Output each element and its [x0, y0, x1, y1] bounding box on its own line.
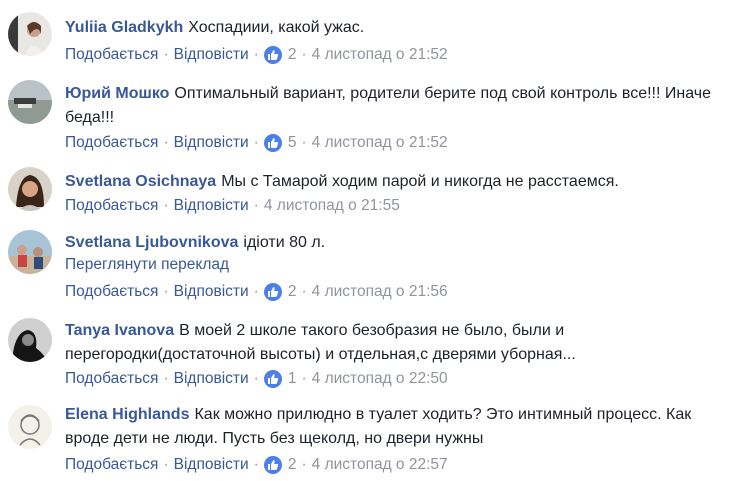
separator: ·	[253, 134, 259, 151]
avatar[interactable]	[8, 318, 52, 362]
like-count[interactable]: 5	[288, 133, 297, 153]
comment-actions: Подобається · Відповісти · 2 · 4 листопа…	[65, 45, 448, 65]
like-button[interactable]: Подобається	[65, 196, 158, 216]
comment-text: Elena Highlands Как можно прилюдно в туал…	[65, 403, 735, 451]
avatar[interactable]	[8, 230, 52, 274]
timestamp[interactable]: 4 листопад о 21:52	[312, 45, 448, 65]
reply-button[interactable]: Відповісти	[174, 282, 249, 302]
separator: ·	[301, 370, 307, 387]
separator: ·	[301, 46, 307, 63]
comment-author[interactable]: Svetlana Osichnaya	[65, 173, 216, 190]
comment-actions: Подобається · Відповісти · 2 · 4 листопа…	[65, 282, 448, 302]
timestamp[interactable]: 4 листопад о 22:57	[312, 455, 448, 475]
timestamp[interactable]: 4 листопад о 21:56	[312, 282, 448, 302]
thumbs-up-icon[interactable]	[263, 134, 282, 152]
comment-text: Юрий Мошко Оптимальный вариант, родители …	[65, 82, 735, 130]
separator: ·	[301, 456, 307, 473]
separator: ·	[253, 456, 259, 473]
reply-button[interactable]: Відповісти	[174, 45, 249, 65]
timestamp[interactable]: 4 листопад о 21:55	[264, 196, 400, 216]
comment-author[interactable]: Elena Highlands	[65, 406, 189, 423]
comment-author[interactable]: Yuliia Gladkykh	[65, 19, 183, 36]
thumbs-up-icon[interactable]	[263, 283, 282, 301]
like-button[interactable]: Подобається	[65, 455, 158, 475]
separator: ·	[163, 134, 169, 151]
comment-body: Хоспадиии, какой ужас.	[188, 19, 365, 36]
reply-button[interactable]: Відповісти	[174, 369, 249, 389]
comment-text: Svetlana Ljubovnikova ідіоти 80 л.	[65, 231, 735, 255]
reply-button[interactable]: Відповісти	[174, 196, 249, 216]
timestamp[interactable]: 4 листопад о 21:52	[312, 133, 448, 153]
comment-text: Svetlana Osichnaya Мы с Тамарой ходим пар…	[65, 170, 735, 194]
separator: ·	[163, 46, 169, 63]
comment-author[interactable]: Tanya Ivanova	[65, 322, 174, 339]
reply-button[interactable]: Відповісти	[174, 455, 249, 475]
thumbs-up-icon[interactable]	[263, 46, 282, 64]
separator: ·	[163, 370, 169, 387]
separator: ·	[163, 197, 169, 214]
like-button[interactable]: Подобається	[65, 45, 158, 65]
like-count[interactable]: 2	[288, 45, 297, 65]
like-button[interactable]: Подобається	[65, 133, 158, 153]
like-count[interactable]: 1	[288, 369, 297, 389]
comment-text: Yuliia Gladkykh Хоспадиии, какой ужас.	[65, 16, 735, 40]
comment-body: ідіоти 80 л.	[243, 234, 326, 251]
comment-author[interactable]: Юрий Мошко	[65, 85, 169, 102]
like-button[interactable]: Подобається	[65, 282, 158, 302]
thumbs-up-icon[interactable]	[263, 370, 282, 388]
separator: ·	[253, 46, 259, 63]
like-button[interactable]: Подобається	[65, 369, 158, 389]
comment-actions: Подобається · Відповісти · 2 · 4 листопа…	[65, 455, 448, 475]
separator: ·	[253, 283, 259, 300]
separator: ·	[253, 370, 259, 387]
avatar[interactable]	[8, 167, 52, 211]
separator: ·	[301, 134, 307, 151]
see-translation-link[interactable]: Переглянути переклад	[65, 256, 229, 274]
comment-body: Мы с Тамарой ходим парой и никогда не ра…	[221, 173, 619, 190]
avatar[interactable]	[8, 80, 52, 124]
separator: ·	[253, 197, 259, 214]
separator: ·	[163, 283, 169, 300]
like-count[interactable]: 2	[288, 455, 297, 475]
thumbs-up-icon[interactable]	[263, 456, 282, 474]
reply-button[interactable]: Відповісти	[174, 133, 249, 153]
comment-actions: Подобається · Відповісти · 5 · 4 листопа…	[65, 133, 448, 153]
comment-actions: Подобається · Відповісти · 4 листопад о …	[65, 196, 400, 216]
timestamp[interactable]: 4 листопад о 22:50	[312, 369, 448, 389]
separator: ·	[301, 283, 307, 300]
like-count[interactable]: 2	[288, 282, 297, 302]
avatar[interactable]	[8, 12, 52, 56]
separator: ·	[163, 456, 169, 473]
comment-actions: Подобається · Відповісти · 1 · 4 листопа…	[65, 369, 448, 389]
avatar[interactable]	[8, 405, 52, 449]
comment-text: Tanya Ivanova В моей 2 школе такого безоб…	[65, 319, 735, 367]
comment-author[interactable]: Svetlana Ljubovnikova	[65, 234, 238, 251]
